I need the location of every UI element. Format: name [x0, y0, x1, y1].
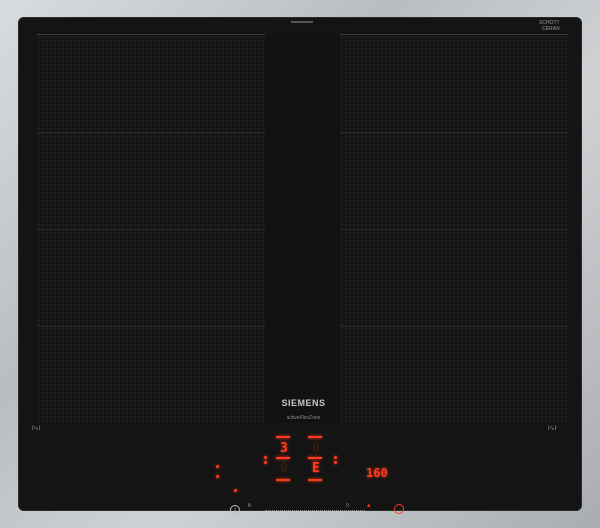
timer-display[interactable]: 160: [366, 466, 388, 480]
indicator-dot-2: [216, 475, 219, 478]
info-icon[interactable]: i: [230, 505, 240, 515]
indicator-dot-3: [234, 489, 237, 492]
brand-logo: SIEMENS: [281, 398, 326, 408]
zone-dot-right-2: [334, 461, 337, 464]
zone-dot-right-1: [334, 456, 337, 459]
indicator-dot-1: [216, 465, 219, 468]
power-level-display-2[interactable]: 0: [312, 441, 320, 456]
power-slider[interactable]: [265, 510, 365, 512]
zone-dot-left-2: [264, 461, 267, 464]
power-level-display-1[interactable]: 3: [280, 441, 288, 456]
cooktop-glass: SCHOTT CERAN SIEMENS activeFlexZone I∿I …: [18, 17, 582, 515]
zone-indicator-bottom-left: [276, 479, 290, 481]
zone-indicator-mid-left: [276, 457, 290, 459]
center-strip: [265, 34, 340, 422]
zone-indicator-top-right: [308, 436, 322, 438]
slider-min-label: 0: [248, 503, 251, 509]
zone-indicator-top-left: [276, 436, 290, 438]
cooking-zone-left[interactable]: [37, 34, 265, 423]
zone-indicator-mid-right: [308, 457, 322, 459]
power-level-display-4[interactable]: E: [312, 461, 320, 476]
top-mark: [291, 21, 313, 23]
cooking-zone-right[interactable]: [340, 34, 568, 423]
timer-icon[interactable]: [394, 504, 404, 514]
slider-max-label: 9: [346, 503, 349, 509]
boost-icon[interactable]: ▴: [367, 501, 371, 509]
power-level-display-3[interactable]: 0: [280, 461, 288, 476]
zone-dot-left-1: [264, 456, 267, 459]
right-zone-combine-button[interactable]: I∿I: [548, 425, 556, 432]
feature-label: activeFlexZone: [286, 415, 321, 421]
glass-maker-line2: CERAN: [542, 26, 560, 32]
left-zone-combine-button[interactable]: I∿I: [32, 425, 40, 432]
zone-indicator-bottom-right: [308, 479, 322, 481]
